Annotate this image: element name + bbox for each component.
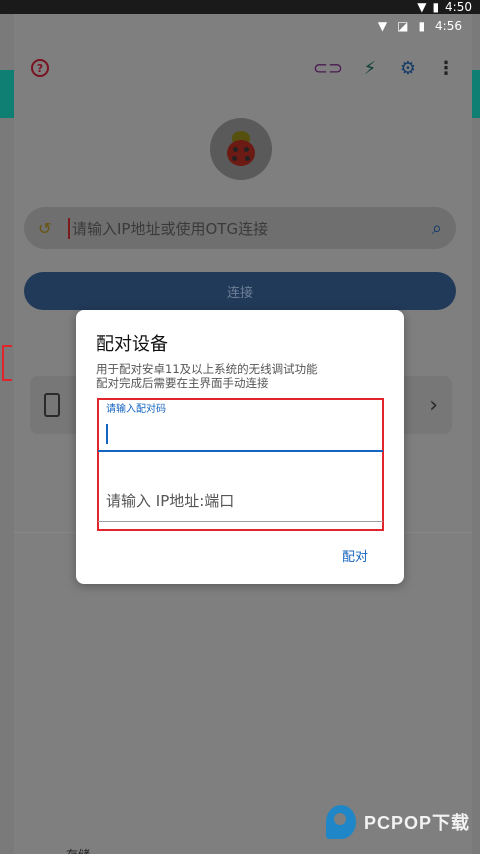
lightning-icon: ⚡	[363, 57, 377, 79]
pcpop-logo-icon	[326, 805, 356, 839]
battery-icon: ▮	[418, 19, 426, 33]
status-time: 4:56	[435, 19, 462, 33]
ladybug-icon	[222, 130, 260, 168]
teal-strip-left	[0, 70, 14, 118]
pair-device-dialog: 配对设备 用于配对安卓11及以上系统的无线调试功能 配对完成后需要在主界面手动连…	[76, 310, 404, 584]
link-button[interactable]: ⊂⊃	[312, 56, 344, 80]
settings-button[interactable]: ⚙	[396, 56, 420, 80]
wifi-icon: ▼	[417, 0, 427, 14]
gear-icon: ⚙	[399, 57, 417, 79]
status-bar: ▼ ◪ ▮ 4:56	[14, 14, 472, 38]
history-icon[interactable]: ↺	[38, 219, 58, 238]
phone-wifi-icon	[44, 393, 60, 417]
dialog-message-line1: 用于配对安卓11及以上系统的无线调试功能	[96, 362, 318, 376]
more-vert-icon: ⋮	[437, 57, 455, 79]
dialog-title: 配对设备	[96, 334, 168, 355]
dialog-message-line2: 配对完成后需要在主界面手动连接	[96, 376, 269, 390]
watermark-text: PCPOP下载	[364, 813, 471, 833]
flash-button[interactable]: ⚡	[358, 56, 382, 80]
help-button[interactable]: ?	[28, 56, 52, 80]
watermark: PCPOP下载	[326, 804, 476, 840]
app-logo	[210, 118, 272, 180]
highlight-fragment	[2, 345, 12, 381]
pair-code-label: 请输入配对码	[106, 404, 166, 415]
battery-icon: ▮	[432, 0, 440, 14]
dialog-message: 用于配对安卓11及以上系统的无线调试功能 配对完成后需要在主界面手动连接	[96, 362, 386, 390]
connect-button[interactable]: 连接	[24, 272, 456, 310]
app-screen: ▼ ◪ ▮ 4:56 ? ⊂⊃ ⚡ ⚙ ⋮ ↺ 请输入IP地址或使用OTG连接 …	[14, 14, 472, 854]
no-sim-icon: ◪	[397, 19, 409, 33]
ip-port-input[interactable]	[98, 480, 383, 522]
outer-status-bar: ▼ ▮ 4:50	[0, 0, 480, 14]
search-bar[interactable]: ↺ 请输入IP地址或使用OTG连接 ⌕	[24, 207, 456, 249]
chevron-right-icon: ›	[429, 392, 438, 418]
pair-button[interactable]: 配对	[342, 546, 368, 565]
pair-code-input[interactable]	[98, 414, 383, 452]
search-icon[interactable]: ⌕	[432, 218, 442, 239]
text-caret	[106, 424, 108, 444]
link-icon: ⊂⊃	[312, 57, 344, 79]
wifi-icon: ▼	[377, 19, 388, 33]
outer-status-time: 4:50	[445, 0, 472, 14]
help-circle-icon: ?	[31, 59, 49, 77]
bottom-tab-label: 存储	[66, 846, 90, 854]
more-menu-button[interactable]: ⋮	[434, 56, 458, 80]
search-placeholder[interactable]: 请输入IP地址或使用OTG连接	[68, 217, 422, 239]
